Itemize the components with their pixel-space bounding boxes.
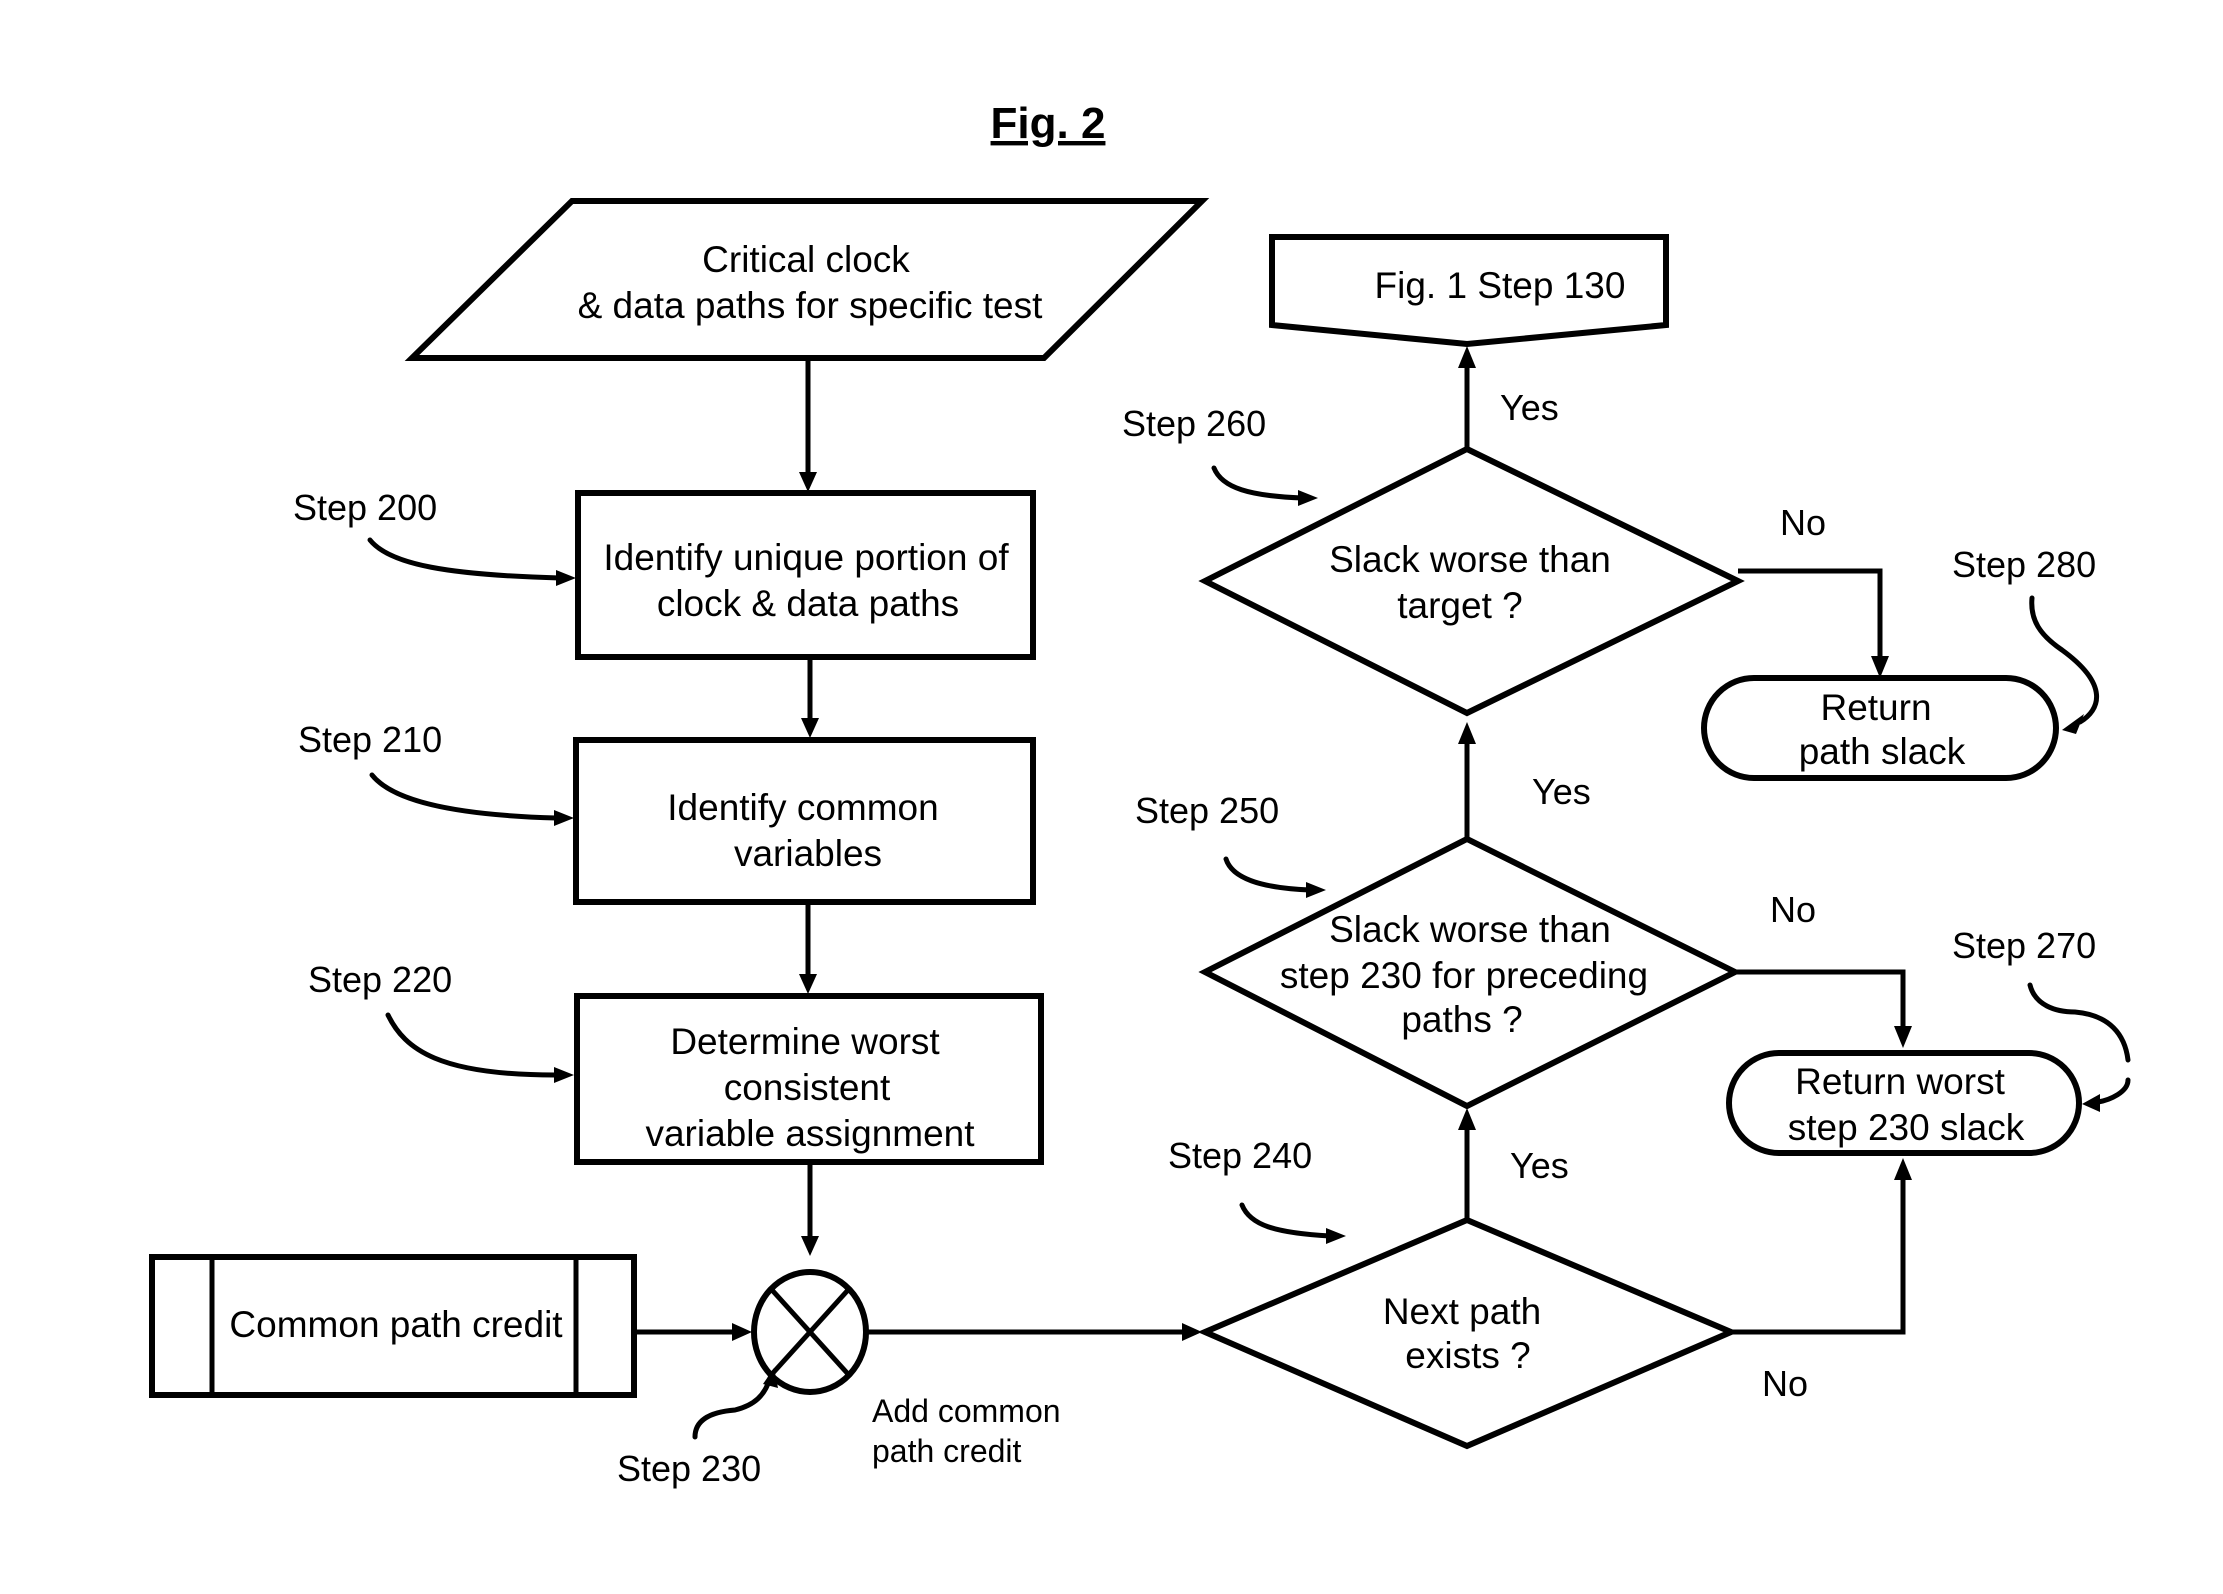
step240-line-1: Next path xyxy=(1383,1291,1541,1332)
step220-label: Step 220 xyxy=(308,959,452,1000)
arrowhead xyxy=(2082,1094,2100,1112)
arrowhead xyxy=(1458,1108,1476,1130)
step230-label: Step 230 xyxy=(617,1448,761,1489)
flowchart-canvas: Fig. 2 Critical clock & data paths for s… xyxy=(149,99,2131,1489)
step200-node: Identify unique portion of clock & data … xyxy=(575,490,1036,660)
step200-leader xyxy=(367,537,563,581)
step260-line-1: Slack worse than xyxy=(1329,539,1611,580)
arrowhead xyxy=(554,810,574,826)
step250-leader xyxy=(1223,856,1313,893)
step220-line-3: variable assignment xyxy=(645,1113,975,1154)
arrowhead xyxy=(1326,1228,1346,1244)
step220-node: Determine worst consistent variable assi… xyxy=(574,993,1044,1165)
arrowhead xyxy=(1894,1026,1912,1048)
arrowhead xyxy=(1458,722,1476,744)
step200-line-2: clock & data paths xyxy=(657,583,959,624)
edge-260-280-label: No xyxy=(1780,502,1826,543)
step220-line-2: consistent xyxy=(724,1067,891,1108)
step260-node: Slack worse than target ? xyxy=(1198,445,1745,717)
step270-leader-tail xyxy=(2095,1077,2131,1105)
credit-node: Common path credit xyxy=(149,1254,637,1398)
step210-line-1: Identify common xyxy=(667,787,938,828)
step240-diamond xyxy=(1197,1216,1739,1450)
step280-label: Step 280 xyxy=(1952,544,2096,585)
step270-node: Return worst step 230 slack xyxy=(1726,1050,2082,1156)
step260-leader xyxy=(1211,465,1305,501)
step240-leader xyxy=(1239,1202,1333,1239)
edge-260-280 xyxy=(1738,568,1883,660)
arrowhead xyxy=(801,1236,819,1256)
offpage-label: Fig. 1 Step 130 xyxy=(1375,265,1626,306)
step220-line-1: Determine worst xyxy=(670,1021,940,1062)
arrowhead xyxy=(1458,346,1476,368)
edge-240-250-label: Yes xyxy=(1510,1145,1569,1186)
edge-240-270-label: No xyxy=(1762,1363,1808,1404)
edge-250-260-label: Yes xyxy=(1532,771,1591,812)
step270-line-1: Return worst xyxy=(1795,1061,2005,1102)
step250-label: Step 250 xyxy=(1135,790,1279,831)
step240-line-2: exists ? xyxy=(1405,1335,1530,1376)
arrowhead xyxy=(801,718,819,738)
arrowhead xyxy=(1306,882,1326,898)
arrowhead xyxy=(1894,1158,1912,1180)
step270-line-2: step 230 slack xyxy=(1788,1107,2025,1148)
edge-250-270 xyxy=(1735,969,1906,1030)
step240-node: Next path exists ? xyxy=(1197,1216,1739,1450)
step260-line-2: target ? xyxy=(1397,585,1522,626)
edge-240-270 xyxy=(1731,1178,1906,1335)
credit-label: Common path credit xyxy=(229,1304,563,1345)
step230-caption-line-2: path credit xyxy=(872,1433,1022,1469)
step220-leader xyxy=(385,1012,558,1078)
arrowhead xyxy=(799,974,817,994)
step250-line-1: Slack worse than xyxy=(1329,909,1611,950)
step210-line-2: variables xyxy=(734,833,882,874)
step210-leader xyxy=(369,772,559,821)
arrowhead xyxy=(554,1067,574,1083)
step250-line-2: step 230 for preceding xyxy=(1280,955,1648,996)
step280-line-1: Return xyxy=(1820,687,1931,728)
input-node: Critical clock & data paths for specific… xyxy=(404,198,1210,361)
edge-260-130-label: Yes xyxy=(1500,387,1559,428)
step280-line-2: path slack xyxy=(1799,731,1966,772)
step280-node: Return path slack xyxy=(1701,675,2059,781)
figure-title: Fig. 2 xyxy=(991,99,1106,148)
step240-label: Step 240 xyxy=(1168,1135,1312,1176)
arrowhead xyxy=(556,570,576,586)
arrowhead xyxy=(732,1323,752,1341)
step210-label: Step 210 xyxy=(298,719,442,760)
step260-label: Step 260 xyxy=(1122,403,1266,444)
step230-caption-line-1: Add common xyxy=(872,1393,1061,1429)
arrowhead xyxy=(1871,656,1889,678)
offpage-node: Fig. 1 Step 130 xyxy=(1269,234,1669,348)
step260-diamond xyxy=(1198,445,1745,717)
step210-node: Identify common variables xyxy=(573,737,1036,905)
input-line-2: & data paths for specific test xyxy=(578,285,1044,326)
arrowhead xyxy=(799,472,817,492)
step200-label: Step 200 xyxy=(293,487,437,528)
input-line-1: Critical clock xyxy=(702,239,910,280)
step250-line-3: paths ? xyxy=(1401,999,1522,1040)
step230-leader xyxy=(692,1375,773,1440)
step200-line-1: Identify unique portion of xyxy=(603,537,1009,578)
step250-node: Slack worse than step 230 for preceding … xyxy=(1198,835,1742,1110)
arrowhead xyxy=(1298,490,1318,506)
step270-label: Step 270 xyxy=(1952,925,2096,966)
step270-leader xyxy=(2027,982,2131,1063)
edge-250-270-label: No xyxy=(1770,889,1816,930)
